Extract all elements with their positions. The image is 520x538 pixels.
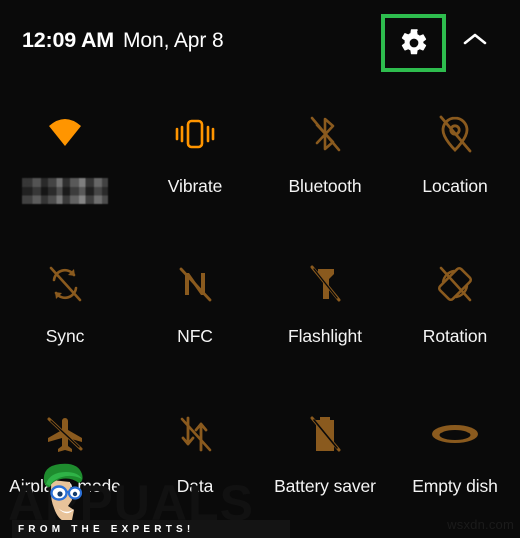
tile-rotation[interactable]: Rotation (390, 242, 520, 392)
tile-vibrate[interactable]: Vibrate (130, 92, 260, 242)
tile-label-bluetooth: Bluetooth (288, 176, 362, 196)
tile-airplane-mode[interactable]: Airplane mode (0, 392, 130, 538)
mobile-data-off-icon (167, 406, 223, 462)
tile-label-wifi-redacted (22, 178, 108, 204)
flashlight-off-icon (297, 256, 353, 312)
bluetooth-off-icon (297, 106, 353, 162)
tile-bluetooth[interactable]: Bluetooth (260, 92, 390, 242)
settings-button[interactable] (381, 14, 446, 72)
gear-icon (399, 28, 429, 58)
tile-label-data: Data (176, 476, 214, 496)
status-bar: 12:09 AM Mon, Apr 8 (0, 0, 520, 86)
tile-location[interactable]: Location (390, 92, 520, 242)
collapse-panel-button[interactable] (461, 30, 489, 52)
tile-nfc[interactable]: NFC (130, 242, 260, 392)
tile-label-airplane-mode: Airplane mode (9, 476, 121, 496)
tile-label-empty-dish: Empty dish (412, 476, 498, 496)
tile-flashlight[interactable]: Flashlight (260, 242, 390, 392)
clock-date: Mon, Apr 8 (123, 29, 224, 52)
dish-icon (427, 406, 483, 462)
location-off-icon (427, 106, 483, 162)
tile-wifi[interactable] (0, 92, 130, 242)
nfc-off-icon (167, 256, 223, 312)
chevron-up-icon (462, 31, 488, 52)
quick-settings-panel: 12:09 AM Mon, Apr 8 Vibrate Bluetooth Lo… (0, 0, 520, 538)
tile-label-vibrate: Vibrate (167, 176, 223, 196)
tile-label-rotation: Rotation (422, 326, 488, 346)
tile-label-nfc: NFC (177, 326, 213, 346)
clock-time: 12:09 AM (22, 28, 115, 52)
clock-and-date: 12:09 AM Mon, Apr 8 (22, 28, 224, 53)
tile-label-flashlight: Flashlight (288, 326, 362, 346)
rotation-off-icon (427, 256, 483, 312)
tile-battery-saver[interactable]: Battery saver (260, 392, 390, 538)
sync-off-icon (37, 256, 93, 312)
battery-saver-off-icon (297, 406, 353, 462)
site-credit: wsxdn.com (447, 517, 514, 532)
tile-label-sync: Sync (45, 326, 85, 346)
tile-label-location: Location (422, 176, 488, 196)
tile-sync[interactable]: Sync (0, 242, 130, 392)
wifi-icon (37, 106, 93, 162)
vibrate-icon (167, 106, 223, 162)
quick-settings-tile-grid: Vibrate Bluetooth Location Sync NFC Flas… (0, 92, 520, 538)
tile-label-battery-saver: Battery saver (274, 476, 376, 496)
tile-data[interactable]: Data (130, 392, 260, 538)
airplane-off-icon (37, 406, 93, 462)
